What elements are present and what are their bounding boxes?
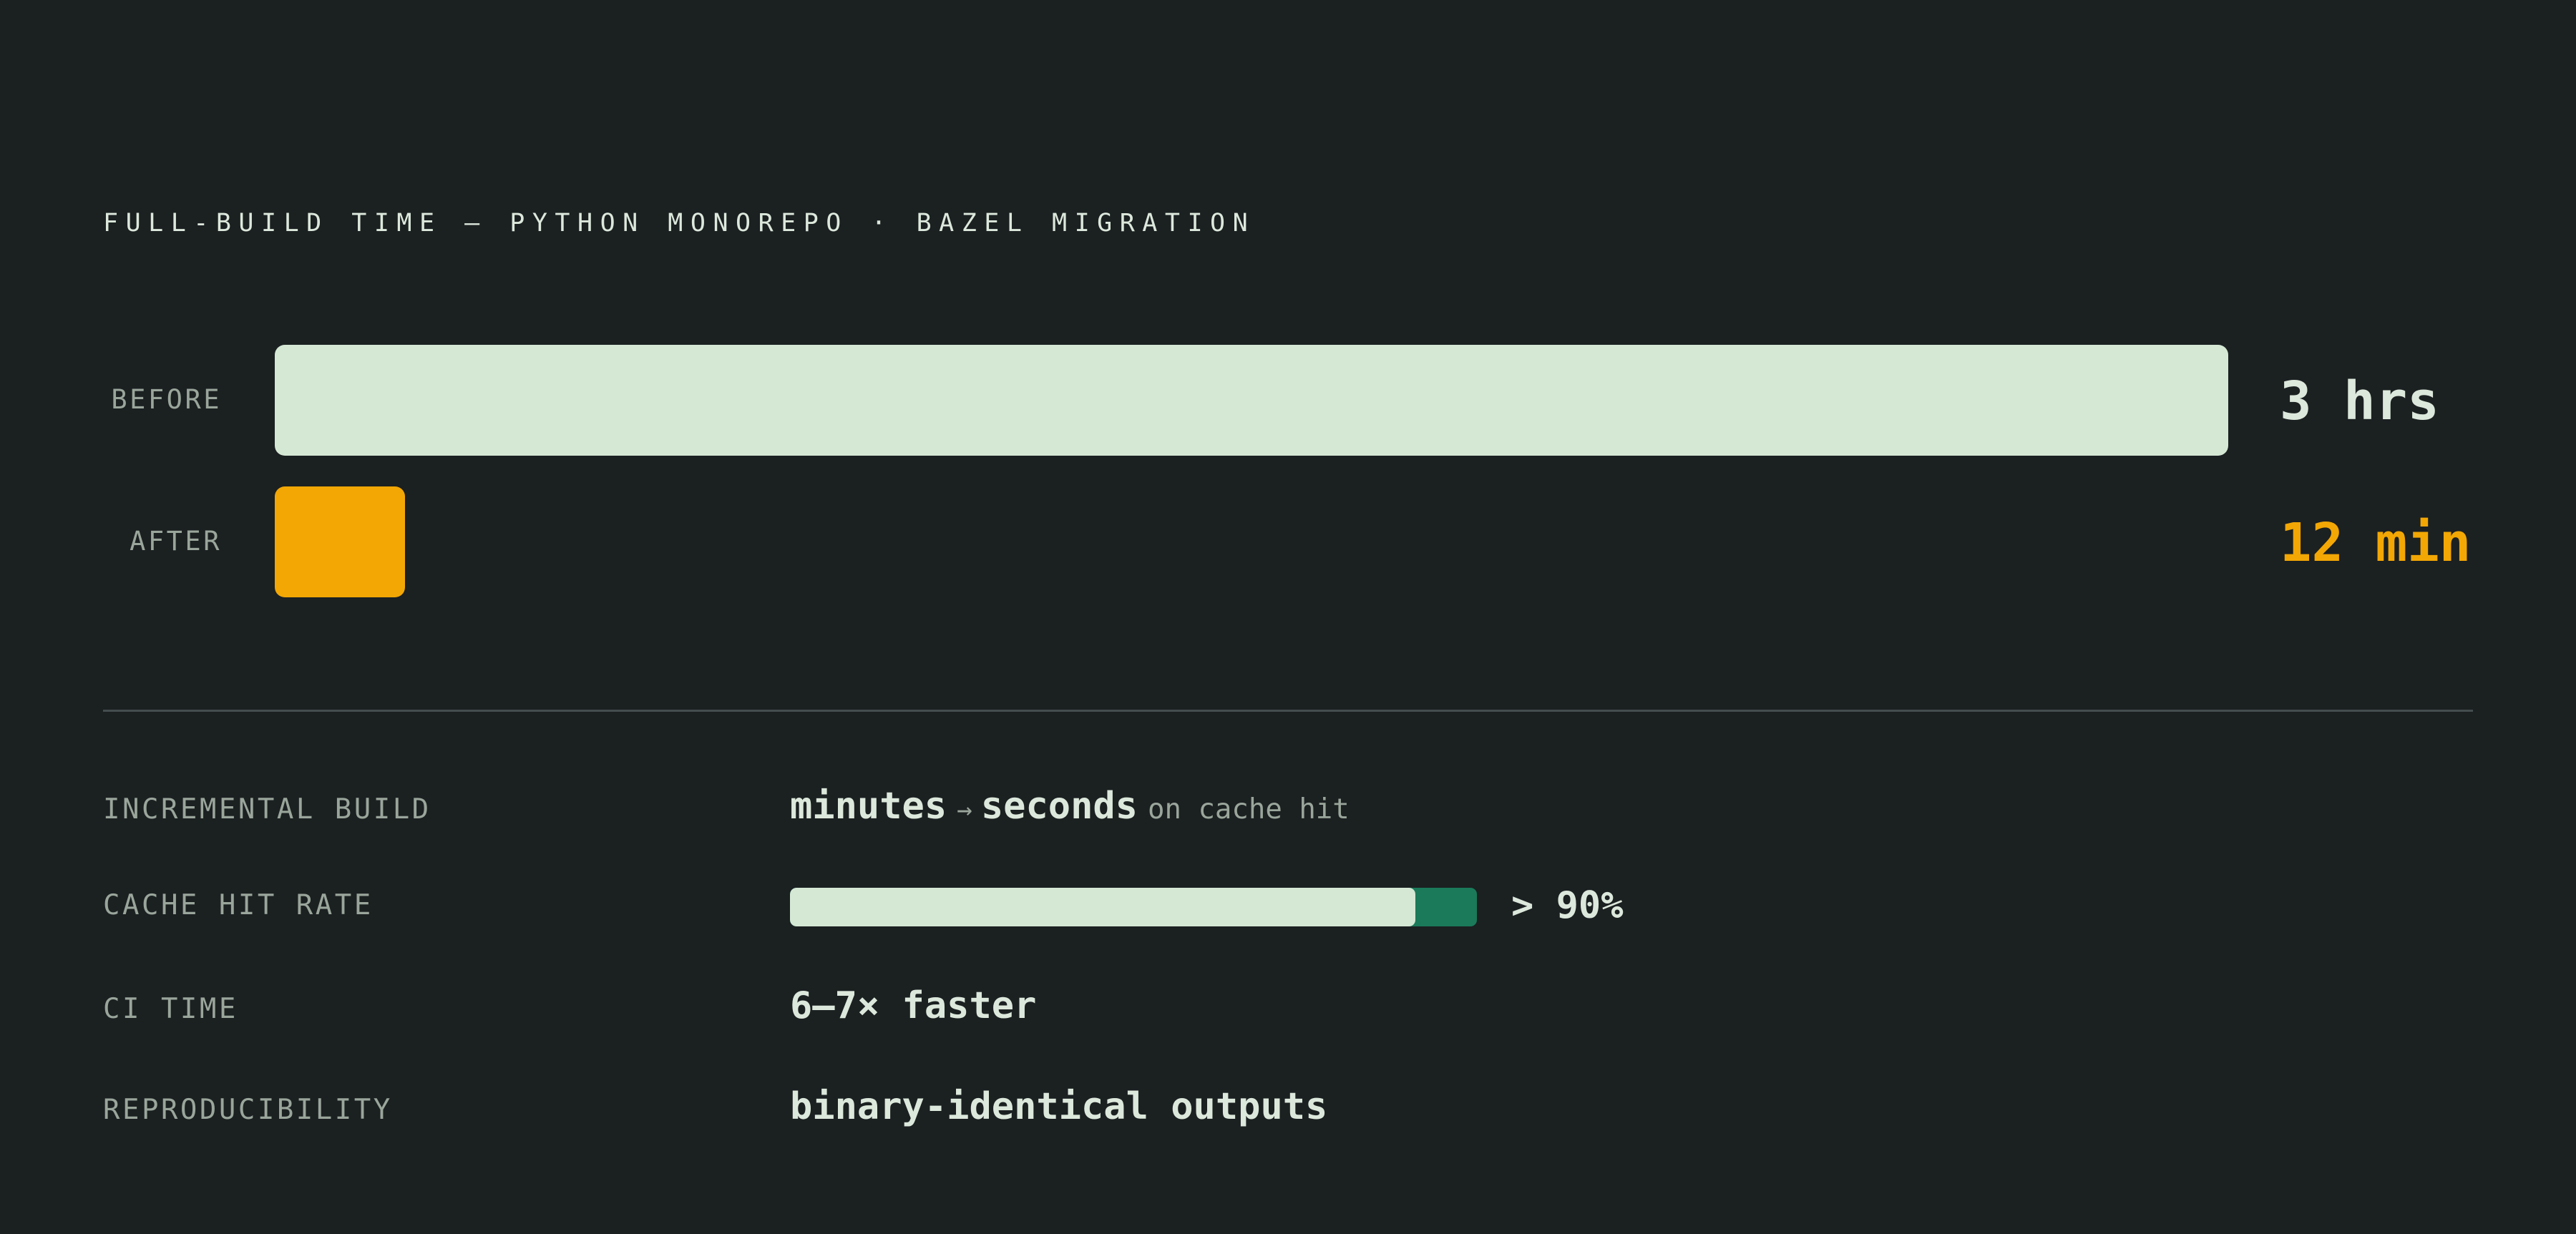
value-label-after: 12 min <box>2280 512 2472 574</box>
chart-title: FULL-BUILD TIME — PYTHON MONOREPO · BAZE… <box>103 209 1256 238</box>
incremental-to: seconds <box>980 785 1138 828</box>
stat-label-ci-time: CI TIME <box>103 993 238 1025</box>
bar-after <box>275 486 405 597</box>
cache-hit-rate-fill <box>790 888 1415 926</box>
stat-label-reproducibility: REPRODUCIBILITY <box>103 1094 393 1126</box>
bar-label-after: AFTER <box>130 526 222 557</box>
arrow-right-icon: → <box>957 795 972 825</box>
value-label-before: 3 hrs <box>2280 371 2439 432</box>
divider <box>103 710 2473 712</box>
stat-value-incremental-build: minutes → seconds on cache hit <box>790 783 1350 833</box>
bar-label-before: BEFORE <box>111 384 222 415</box>
stat-value-reproducibility: binary-identical outputs <box>790 1085 1328 1128</box>
incremental-suffix: on cache hit <box>1148 793 1350 826</box>
stat-label-cache-hit-rate: CACHE HIT RATE <box>103 889 374 921</box>
incremental-from: minutes <box>790 785 947 828</box>
cache-hit-rate-bar <box>790 888 1477 926</box>
cache-hit-rate-value: > 90% <box>1511 884 1624 927</box>
stat-value-ci-time: 6–7× faster <box>790 984 1037 1027</box>
bar-before <box>275 345 2228 456</box>
stat-label-incremental-build: INCREMENTAL BUILD <box>103 793 431 826</box>
